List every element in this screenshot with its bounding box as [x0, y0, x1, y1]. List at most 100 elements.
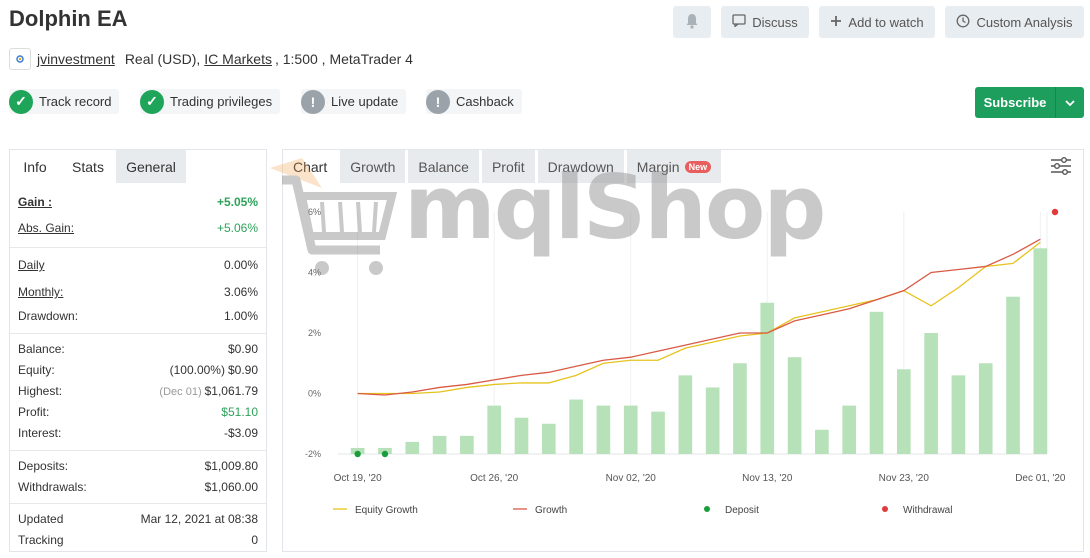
- chart-bar: [787, 357, 802, 454]
- stats-panel: Info Stats General Gain : +5.05% Abs. Ga…: [9, 149, 267, 552]
- user-link[interactable]: jvinvestment: [37, 51, 115, 67]
- stat-label: Updated: [18, 512, 64, 526]
- deposit-marker: [381, 450, 389, 458]
- x-tick-label: Dec 01, '20: [1015, 473, 1066, 484]
- x-tick-label: Oct 26, '20: [470, 473, 518, 484]
- chart-bar: [405, 441, 420, 454]
- account-leverage: , 1:500 , MetaTrader 4: [274, 51, 413, 67]
- subscribe-label: Subscribe: [983, 95, 1047, 110]
- stat-profit: Profit: $51.10: [18, 403, 258, 421]
- chart-bar: [1033, 248, 1048, 454]
- chart-bar: [815, 429, 829, 454]
- stat-interest: Interest: -$3.09: [18, 424, 258, 442]
- chevron-down-icon[interactable]: [1055, 87, 1084, 118]
- custom-analysis-label: Custom Analysis: [976, 14, 1073, 30]
- chart-bar: [869, 311, 884, 454]
- growth-chart: 6% 4% 2% 0% -2% Oct 19, '20 Oct 26, '20 Nov 02,…: [305, 207, 1066, 516]
- badge-label: Trading privileges: [170, 94, 273, 109]
- divider: [10, 450, 266, 451]
- badge-live-update[interactable]: ! Live update: [301, 89, 407, 114]
- add-to-watch-label: Add to watch: [848, 14, 924, 30]
- stat-value: 0: [251, 533, 258, 547]
- stat-value: $1,009.80: [204, 459, 258, 473]
- subscribe-button[interactable]: Subscribe: [975, 87, 1084, 118]
- stat-value: +5.06%: [216, 221, 258, 235]
- badge-label: Live update: [331, 94, 399, 109]
- tab-info[interactable]: Info: [10, 150, 60, 183]
- badge-label: Cashback: [456, 94, 514, 109]
- tab-general[interactable]: General: [116, 150, 186, 183]
- y-tick-label: 0%: [308, 389, 321, 399]
- x-tick-label: Nov 02, '20: [606, 473, 657, 484]
- clock-icon: [956, 14, 970, 31]
- account-info: jvinvestment Real (USD), IC Markets , 1:…: [9, 48, 413, 70]
- stat-value: $51.10: [221, 405, 258, 419]
- stats-tabs: Info Stats General: [10, 150, 266, 185]
- stat-label: Deposits:: [18, 459, 69, 473]
- legend-label: Deposit: [725, 505, 759, 516]
- chart-bar: [1006, 296, 1020, 454]
- stat-label[interactable]: Gain :: [18, 195, 52, 209]
- stat-label: Profit:: [18, 405, 50, 419]
- stat-gain: Gain : +5.05%: [18, 193, 258, 211]
- notify-button[interactable]: [673, 6, 711, 38]
- stat-value: $0.90: [227, 342, 258, 356]
- chart-bar: [460, 435, 474, 454]
- divider: [10, 503, 266, 504]
- chart-bar: [596, 405, 611, 454]
- chart-bar: [978, 363, 993, 454]
- page-title: Dolphin EA: [9, 6, 128, 31]
- y-tick-label: 4%: [308, 268, 321, 278]
- deposit-marker: [354, 450, 361, 458]
- stat-value: 1.00%: [223, 309, 258, 323]
- legend-swatch: [704, 506, 710, 512]
- series-equity-growth: [357, 241, 1041, 395]
- stat-value: 3.06%: [223, 285, 258, 299]
- stat-withdrawals: Withdrawals: $1,060.00: [18, 478, 258, 496]
- tab-stats[interactable]: Stats: [60, 150, 116, 183]
- x-tick-label: Nov 13, '20: [742, 473, 793, 484]
- stat-label: Withdrawals:: [18, 480, 87, 494]
- account-type: Real (USD),: [124, 51, 201, 67]
- stat-updated: Updated Mar 12, 2021 at 08:38: [18, 510, 258, 528]
- badge-cashback[interactable]: ! Cashback: [426, 89, 522, 114]
- stat-deposits: Deposits: $1,009.80: [18, 457, 258, 475]
- chart-settings-icon[interactable]: [1050, 156, 1074, 178]
- stat-label: Highest:: [18, 384, 63, 398]
- stat-label[interactable]: Monthly:: [18, 285, 63, 299]
- stat-value: $1,061.79: [204, 384, 258, 398]
- stat-equity: Equity: (100.00%) $0.90: [18, 361, 258, 379]
- custom-analysis-button[interactable]: Custom Analysis: [945, 6, 1084, 38]
- badge-label: Track record: [39, 94, 112, 109]
- x-tick-label: Nov 23, '20: [879, 473, 930, 484]
- stat-daily: Daily 0.00%: [18, 256, 258, 274]
- stat-monthly: Monthly: 3.06%: [18, 283, 258, 301]
- badge-track-record[interactable]: ✓ Track record: [9, 89, 120, 114]
- chart-bar: [951, 375, 966, 454]
- broker-link[interactable]: IC Markets: [204, 51, 272, 67]
- withdrawal-marker: [1051, 208, 1059, 216]
- check-icon: ✓: [140, 89, 164, 114]
- avatar[interactable]: [9, 48, 31, 70]
- stat-label: Balance:: [18, 342, 65, 356]
- stat-abs-gain: Abs. Gain: +5.06%: [18, 219, 258, 237]
- stat-label[interactable]: Abs. Gain:: [18, 221, 74, 235]
- legend-label: Withdrawal: [903, 505, 952, 516]
- chat-icon: [732, 14, 746, 30]
- chart-bar: [760, 302, 775, 454]
- stat-balance: Balance: $0.90: [18, 340, 258, 358]
- chart-bar: [733, 363, 747, 454]
- badge-trading-privileges[interactable]: ✓ Trading privileges: [140, 89, 281, 114]
- stat-label[interactable]: Daily: [18, 258, 45, 272]
- stat-label: Tracking: [18, 533, 64, 547]
- stat-highest: Highest: (Dec 01) $1,061.79: [18, 382, 258, 400]
- stat-value: $1,060.00: [204, 480, 258, 494]
- discuss-button[interactable]: Discuss: [721, 6, 809, 38]
- stat-label: Drawdown:: [18, 309, 79, 323]
- chart-bar: [514, 417, 529, 454]
- stat-tracking: Tracking 0: [18, 531, 258, 549]
- add-to-watch-button[interactable]: Add to watch: [819, 6, 935, 38]
- stat-value: 0.00%: [223, 258, 258, 272]
- y-tick-label: 6%: [308, 207, 321, 217]
- stat-value: +5.05%: [216, 195, 258, 209]
